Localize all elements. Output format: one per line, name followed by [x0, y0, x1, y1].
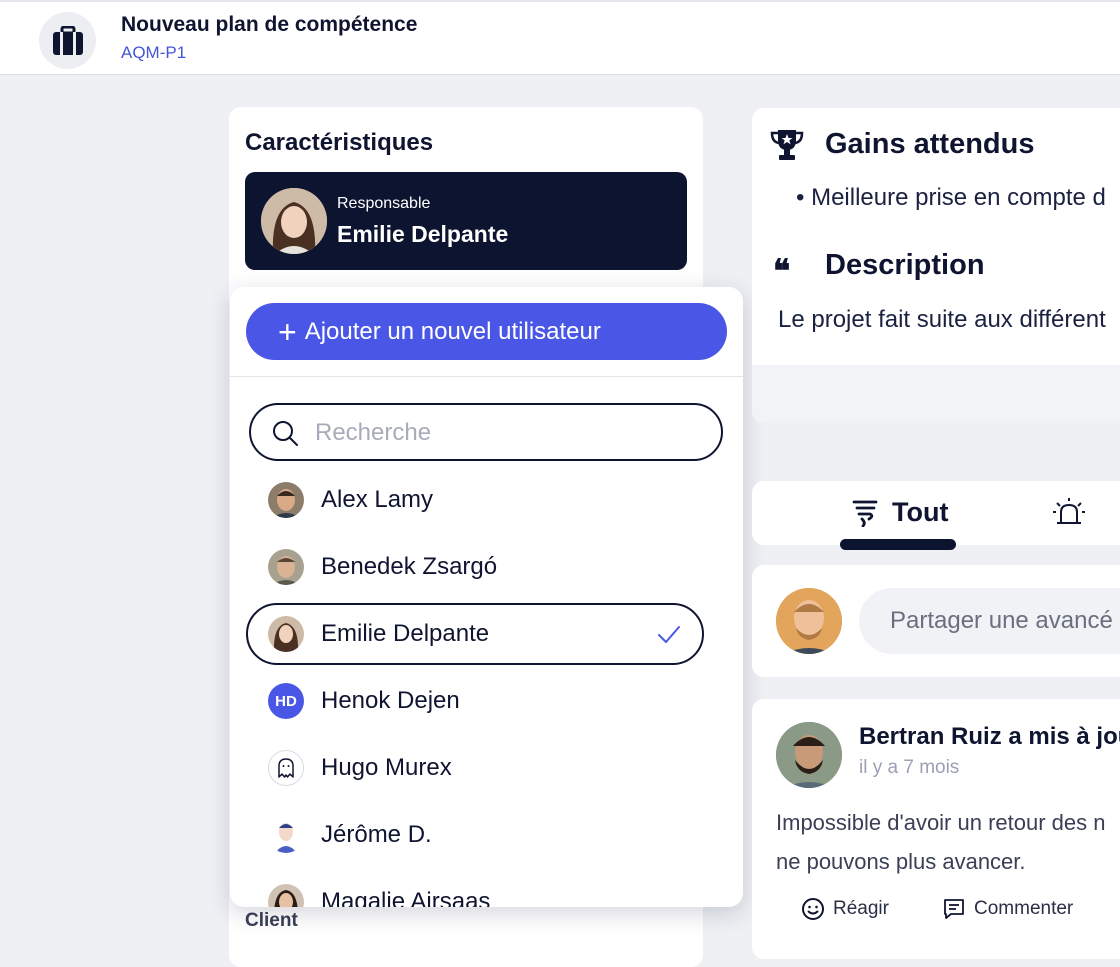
- user-name: Alex Lamy: [321, 486, 434, 513]
- post-text-line: ne pouvons plus avancer.: [776, 849, 1026, 874]
- responsible-label: Responsable: [337, 195, 431, 212]
- ghost-icon: [268, 750, 304, 786]
- user-item-magalie-airsaas[interactable]: Magalie Airsaas: [246, 871, 704, 907]
- responsible-selector[interactable]: Responsable Emilie Delpante: [245, 172, 687, 270]
- search-icon: [273, 421, 298, 446]
- react-button[interactable]: Réagir: [801, 897, 889, 921]
- user-name: Magalie Airsaas: [321, 888, 491, 907]
- responsible-name: Emilie Delpante: [337, 221, 509, 247]
- user-dropdown: + Ajouter un nouvel utilisateur Alex Lam…: [230, 287, 743, 907]
- user-item-henok-dejen[interactable]: HD Henok Dejen: [246, 670, 704, 732]
- initials-avatar: HD: [268, 683, 304, 719]
- check-icon: [658, 626, 680, 643]
- gains-item-text: Meilleure prise en compte d: [811, 184, 1106, 211]
- quote-icon: ❝: [773, 253, 791, 289]
- user-item-hugo-murex[interactable]: Hugo Murex: [246, 737, 704, 799]
- react-label: Réagir: [833, 898, 889, 919]
- client-label: Client: [245, 910, 298, 931]
- tab-all-label: Tout: [892, 497, 949, 527]
- comment-icon: [944, 899, 964, 919]
- user-name: Emilie Delpante: [321, 620, 490, 647]
- project-code[interactable]: AQM-P1: [121, 43, 186, 63]
- project-details-card: Gains attendus • Meilleure prise en comp…: [752, 108, 1120, 423]
- description-title: Description: [825, 249, 985, 281]
- feed-post: Bertran Ruiz a mis à jou il y a 7 mois I…: [752, 699, 1120, 959]
- user-name: Jérôme D.: [321, 821, 432, 848]
- current-user-avatar: [776, 588, 842, 654]
- smiley-icon: [802, 898, 824, 920]
- post-author[interactable]: Bertran Ruiz a mis à jou: [859, 723, 1120, 751]
- user-name: Benedek Zsargó: [321, 553, 498, 580]
- user-name: Hugo Murex: [321, 754, 452, 781]
- active-tab-indicator: [840, 539, 956, 550]
- description-text: Le projet fait suite aux différent: [778, 306, 1106, 333]
- gains-title: Gains attendus: [825, 128, 1035, 160]
- user-item-emilie-delpante[interactable]: Emilie Delpante: [246, 603, 704, 665]
- user-item-jerome-d[interactable]: Jérôme D.: [246, 804, 704, 866]
- avatar: [268, 884, 304, 907]
- comment-button[interactable]: Commenter: [942, 897, 1073, 921]
- search-input[interactable]: [313, 415, 697, 451]
- comment-label: Commenter: [974, 898, 1074, 919]
- avatar: [268, 549, 304, 585]
- search-box[interactable]: [249, 403, 723, 461]
- top-bar: Nouveau plan de compétence AQM-P1: [0, 0, 1120, 75]
- add-user-button[interactable]: + Ajouter un nouvel utilisateur: [246, 303, 727, 360]
- page-title: Nouveau plan de compétence: [121, 13, 418, 36]
- avatar: [776, 722, 842, 788]
- post-text: Impossible d'avoir un retour des n ne po…: [776, 803, 1120, 881]
- responsible-avatar: [261, 188, 327, 254]
- share-update-box: Partager une avancé: [752, 565, 1120, 677]
- share-input[interactable]: Partager une avancé: [859, 588, 1120, 654]
- add-user-label: Ajouter un nouvel utilisateur: [304, 317, 601, 345]
- user-item-alex-lamy[interactable]: Alex Lamy: [246, 469, 704, 531]
- avatar: [268, 616, 304, 652]
- feed-tabs: Tout: [752, 481, 1120, 550]
- user-item-benedek-zsargo[interactable]: Benedek Zsargó: [246, 536, 704, 598]
- briefcase-icon: [39, 12, 96, 69]
- post-time: il y a 7 mois: [859, 757, 960, 778]
- user-list[interactable]: Alex Lamy Benedek Zsargó Emilie Delpante…: [230, 467, 743, 907]
- trophy-icon: [770, 130, 804, 160]
- gains-item: • Meilleure prise en compte d: [796, 184, 1106, 211]
- divider: [230, 376, 743, 377]
- user-name: Henok Dejen: [321, 687, 460, 714]
- plus-icon: +: [278, 313, 297, 350]
- tornado-icon: [852, 500, 878, 527]
- tab-all[interactable]: Tout: [852, 497, 948, 528]
- card-footer: [752, 365, 1120, 423]
- tab-alerts[interactable]: [1052, 497, 1086, 532]
- avatar: [268, 482, 304, 518]
- avatar: [268, 817, 304, 853]
- characteristics-heading: Caractéristiques: [245, 129, 434, 156]
- alarm-light-icon: [1053, 498, 1085, 524]
- post-text-line: Impossible d'avoir un retour des n: [776, 810, 1106, 835]
